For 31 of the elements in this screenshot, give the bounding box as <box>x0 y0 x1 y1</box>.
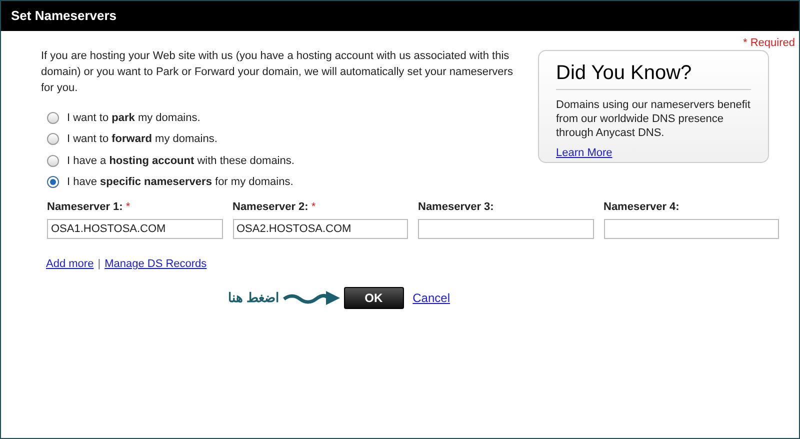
nameserver-field[interactable] <box>604 219 779 239</box>
nameserver-field[interactable] <box>418 219 594 239</box>
option-label: I want to forward my domains. <box>67 132 218 147</box>
required-note: * Required <box>743 36 795 51</box>
card-title: Did You Know? <box>556 60 751 90</box>
radio-button[interactable] <box>47 112 59 124</box>
field-label: Nameserver 1: <box>47 200 123 214</box>
manage-ds-link[interactable]: Manage DS Records <box>104 256 207 272</box>
required-mark: * <box>311 200 316 214</box>
ok-button[interactable]: OK <box>344 286 404 308</box>
option-label: I have a hosting account with these domains. <box>67 154 294 168</box>
card-text: Domains using our nameservers benefit from our worldwide DNS presence through Anycast DNS. <box>556 98 751 140</box>
radio-button[interactable] <box>47 154 59 167</box>
link-separator: | <box>98 257 101 272</box>
window-title: Set Nameservers <box>11 7 117 26</box>
nameserver-field[interactable]: OSA1.HOSTOSA.COM <box>47 219 222 239</box>
option-label: I want to park my domains. <box>67 110 200 126</box>
nameserver-field[interactable]: OSA2.HOSTOSA.COM <box>232 219 408 239</box>
radio-button[interactable] <box>47 133 59 146</box>
wavy-arrow-icon <box>282 290 342 306</box>
field-label: Nameserver 2: <box>232 200 308 214</box>
learn-more-link[interactable]: Learn More <box>556 146 612 158</box>
annotation-text: اضغط هنا <box>228 288 280 307</box>
field-label: Nameserver 3: <box>418 200 494 214</box>
add-more-link[interactable]: Add more <box>46 256 94 272</box>
intro-text: If you are hosting your Web site with us (you have a hosting account with us associated with this domain) or you want to Park or Forward your domain, we will automatically set your nameservers for you. <box>41 48 514 96</box>
field-label: Nameserver 4: <box>604 200 680 214</box>
required-mark: * <box>126 200 130 214</box>
cancel-link[interactable]: Cancel <box>412 288 450 306</box>
option-label: I have specific nameservers for my domains. <box>67 175 294 190</box>
radio-button[interactable] <box>47 176 59 188</box>
